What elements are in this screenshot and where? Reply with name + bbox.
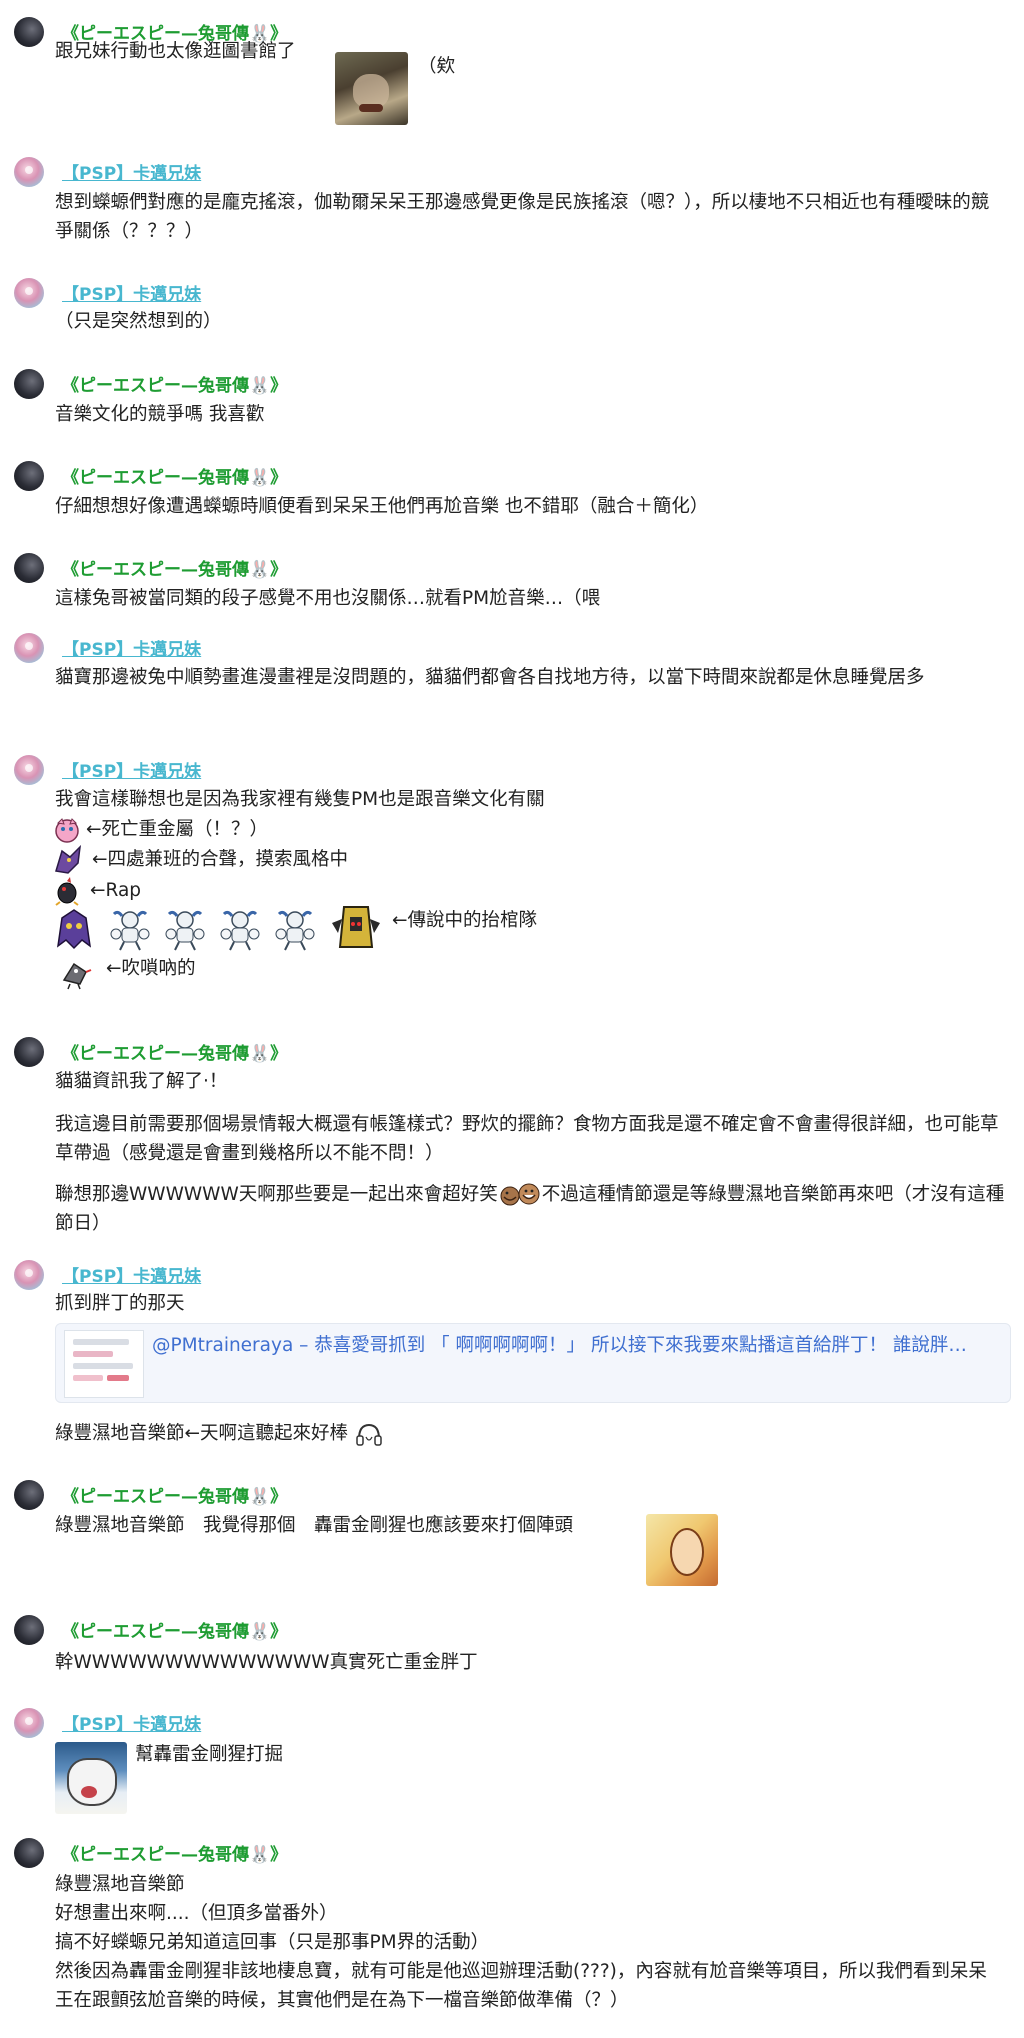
user-avatar[interactable]	[14, 1260, 44, 1290]
username[interactable]: 《ピーエスピー—兔哥傳🐰》	[62, 1617, 287, 1642]
mime-pokemon-sprite-icon	[218, 906, 262, 952]
message-text: 綠豐濕地音樂節 我覺得那個 轟雷金剛猩也應該要來打個陣頭	[55, 1515, 574, 1536]
username[interactable]: 【PSP】卡邁兄妹	[62, 1262, 201, 1287]
username[interactable]: 《ピーエスピー—兔哥傳🐰》	[62, 463, 287, 488]
hand-face-sticker-image	[646, 1514, 718, 1586]
mime-pokemon-sprite-icon	[108, 906, 152, 952]
user-avatar[interactable]	[14, 1615, 44, 1645]
cat-sticker-image	[55, 1742, 127, 1814]
user-avatar[interactable]	[14, 755, 44, 785]
username[interactable]: 【PSP】卡邁兄妹	[62, 280, 201, 305]
sprite-caption: ←死亡重金屬（！？）	[86, 819, 269, 840]
username[interactable]: 《ピーエスピー—兔哥傳🐰》	[62, 555, 287, 580]
user-avatar[interactable]	[14, 553, 44, 583]
sprite-caption: ←Rap	[90, 880, 142, 901]
message-text-part: 聯想那邊WWWWWW天啊那些要是一起出來會超好笑	[55, 1184, 498, 1205]
purple-pokemon-sprite-icon	[52, 845, 86, 875]
pink-pokemon-sprite-icon	[52, 815, 82, 845]
message-text: 然後因為轟雷金剛猩非該地棲息寶，就有可能是他巡迴辦理活動(???)，內容就有尬音…	[55, 1961, 987, 2011]
username[interactable]: 【PSP】卡邁兄妹	[62, 635, 201, 660]
embed-link-text[interactable]: @PMtraineraya – 恭喜愛哥抓到 「 啊啊啊啊啊！」 所以接下來我要…	[152, 1332, 1002, 1359]
message-text: 我這邊目前需要那個場景情報大概還有帳篷樣式？野炊的擺飾？食物方面我是還不確定會不…	[55, 1114, 999, 1164]
username[interactable]: 《ピーエスピー—兔哥傳🐰》	[62, 1039, 287, 1064]
ghost-pokemon-sprite-icon	[52, 906, 96, 952]
username[interactable]: 【PSP】卡邁兄妹	[62, 757, 201, 782]
message-text: 搞不好蠑螈兄弟知道這回事（只是那事PM界的活動）	[55, 1932, 490, 1953]
message-text-part: 綠豐濕地音樂節←天啊這聽起來好棒	[55, 1423, 349, 1444]
user-avatar[interactable]	[14, 278, 44, 308]
message-text: 貓貓資訊我了解了‧！	[55, 1071, 228, 1092]
username[interactable]: 《ピーエスピー—兔哥傳🐰》	[62, 1482, 287, 1507]
face-sticker-image	[335, 52, 408, 125]
message-text: 我會這樣聯想也是因為我家裡有幾隻PM也是跟音樂文化有關	[55, 789, 545, 810]
black-pokemon-sprite-icon	[52, 876, 82, 906]
mime-pokemon-sprite-icon	[273, 906, 317, 952]
username[interactable]: 《ピーエスピー—兔哥傳🐰》	[62, 371, 287, 396]
username[interactable]: 【PSP】卡邁兄妹	[62, 159, 201, 184]
message-text: 貓寶那邊被兔中順勢畫進漫畫裡是沒問題的，貓貓們都會各自找地方待，以當下時間來說都…	[55, 667, 925, 688]
bird-pokemon-sprite-icon	[58, 958, 92, 990]
user-avatar[interactable]	[14, 461, 44, 491]
message-text: （只是突然想到的）	[55, 311, 222, 332]
message-text: 綠豐濕地音樂節	[55, 1874, 185, 1895]
message-text: 跟兄妹行動也太像逛圖書館了	[55, 41, 296, 62]
user-avatar[interactable]	[14, 369, 44, 399]
message-text: 想到蠑螈們對應的是龐克搖滾，伽勒爾呆呆王那邊感覺更像是民族搖滾（嗯？），所以棲地…	[55, 192, 990, 242]
username[interactable]: 【PSP】卡邁兄妹	[62, 1710, 201, 1735]
embed-thumbnail	[64, 1330, 144, 1398]
message-text: 幹WWWWWWWWWWWWWW真實死亡重金胖丁	[55, 1652, 478, 1673]
message-text: 聯想那邊WWWWWW天啊那些要是一起出來會超好笑 不過這種情節還是等綠豐濕地音樂節…	[55, 1180, 1005, 1238]
sprite-caption: ←吹嗩吶的	[106, 958, 196, 979]
message-text: 好想畫出來啊....（但頂多當番外）	[55, 1903, 338, 1924]
mime-pokemon-sprite-icon	[163, 906, 207, 952]
user-avatar[interactable]	[14, 1708, 44, 1738]
user-avatar[interactable]	[14, 1838, 44, 1868]
coffin-pokemon-sprite-icon	[328, 903, 384, 955]
message-text: 仔細想想好像遭遇蠑螈時順便看到呆呆王他們再尬音樂 也不錯耶（融合＋簡化）	[55, 496, 709, 517]
headphone-emoji-icon	[354, 1421, 384, 1447]
user-avatar[interactable]	[14, 1480, 44, 1510]
link-embed-card[interactable]: @PMtraineraya – 恭喜愛哥抓到 「 啊啊啊啊啊！」 所以接下來我要…	[55, 1323, 1011, 1403]
sprite-caption: ←傳說中的抬棺隊	[392, 910, 538, 931]
user-avatar[interactable]	[14, 17, 44, 47]
username[interactable]: 《ピーエスピー—兔哥傳🐰》	[62, 1840, 287, 1865]
message-text: 這樣兔哥被當同類的段子感覺不用也沒關係…就看PM尬音樂…（喂	[55, 588, 601, 609]
message-text: 幫轟雷金剛猩打掘	[135, 1744, 284, 1765]
user-avatar[interactable]	[14, 633, 44, 663]
user-avatar[interactable]	[14, 157, 44, 187]
message-text: 綠豐濕地音樂節←天啊這聽起來好棒	[55, 1419, 384, 1448]
message-text: （欸	[418, 56, 456, 77]
message-text: 音樂文化的競爭嗎 我喜歡	[55, 404, 265, 425]
message-text: 抓到胖丁的那天	[55, 1293, 185, 1314]
laughing-emoji-icon	[498, 1182, 542, 1208]
user-avatar[interactable]	[14, 1037, 44, 1067]
sprite-caption: ←四處兼班的合聲，摸索風格中	[92, 849, 349, 870]
